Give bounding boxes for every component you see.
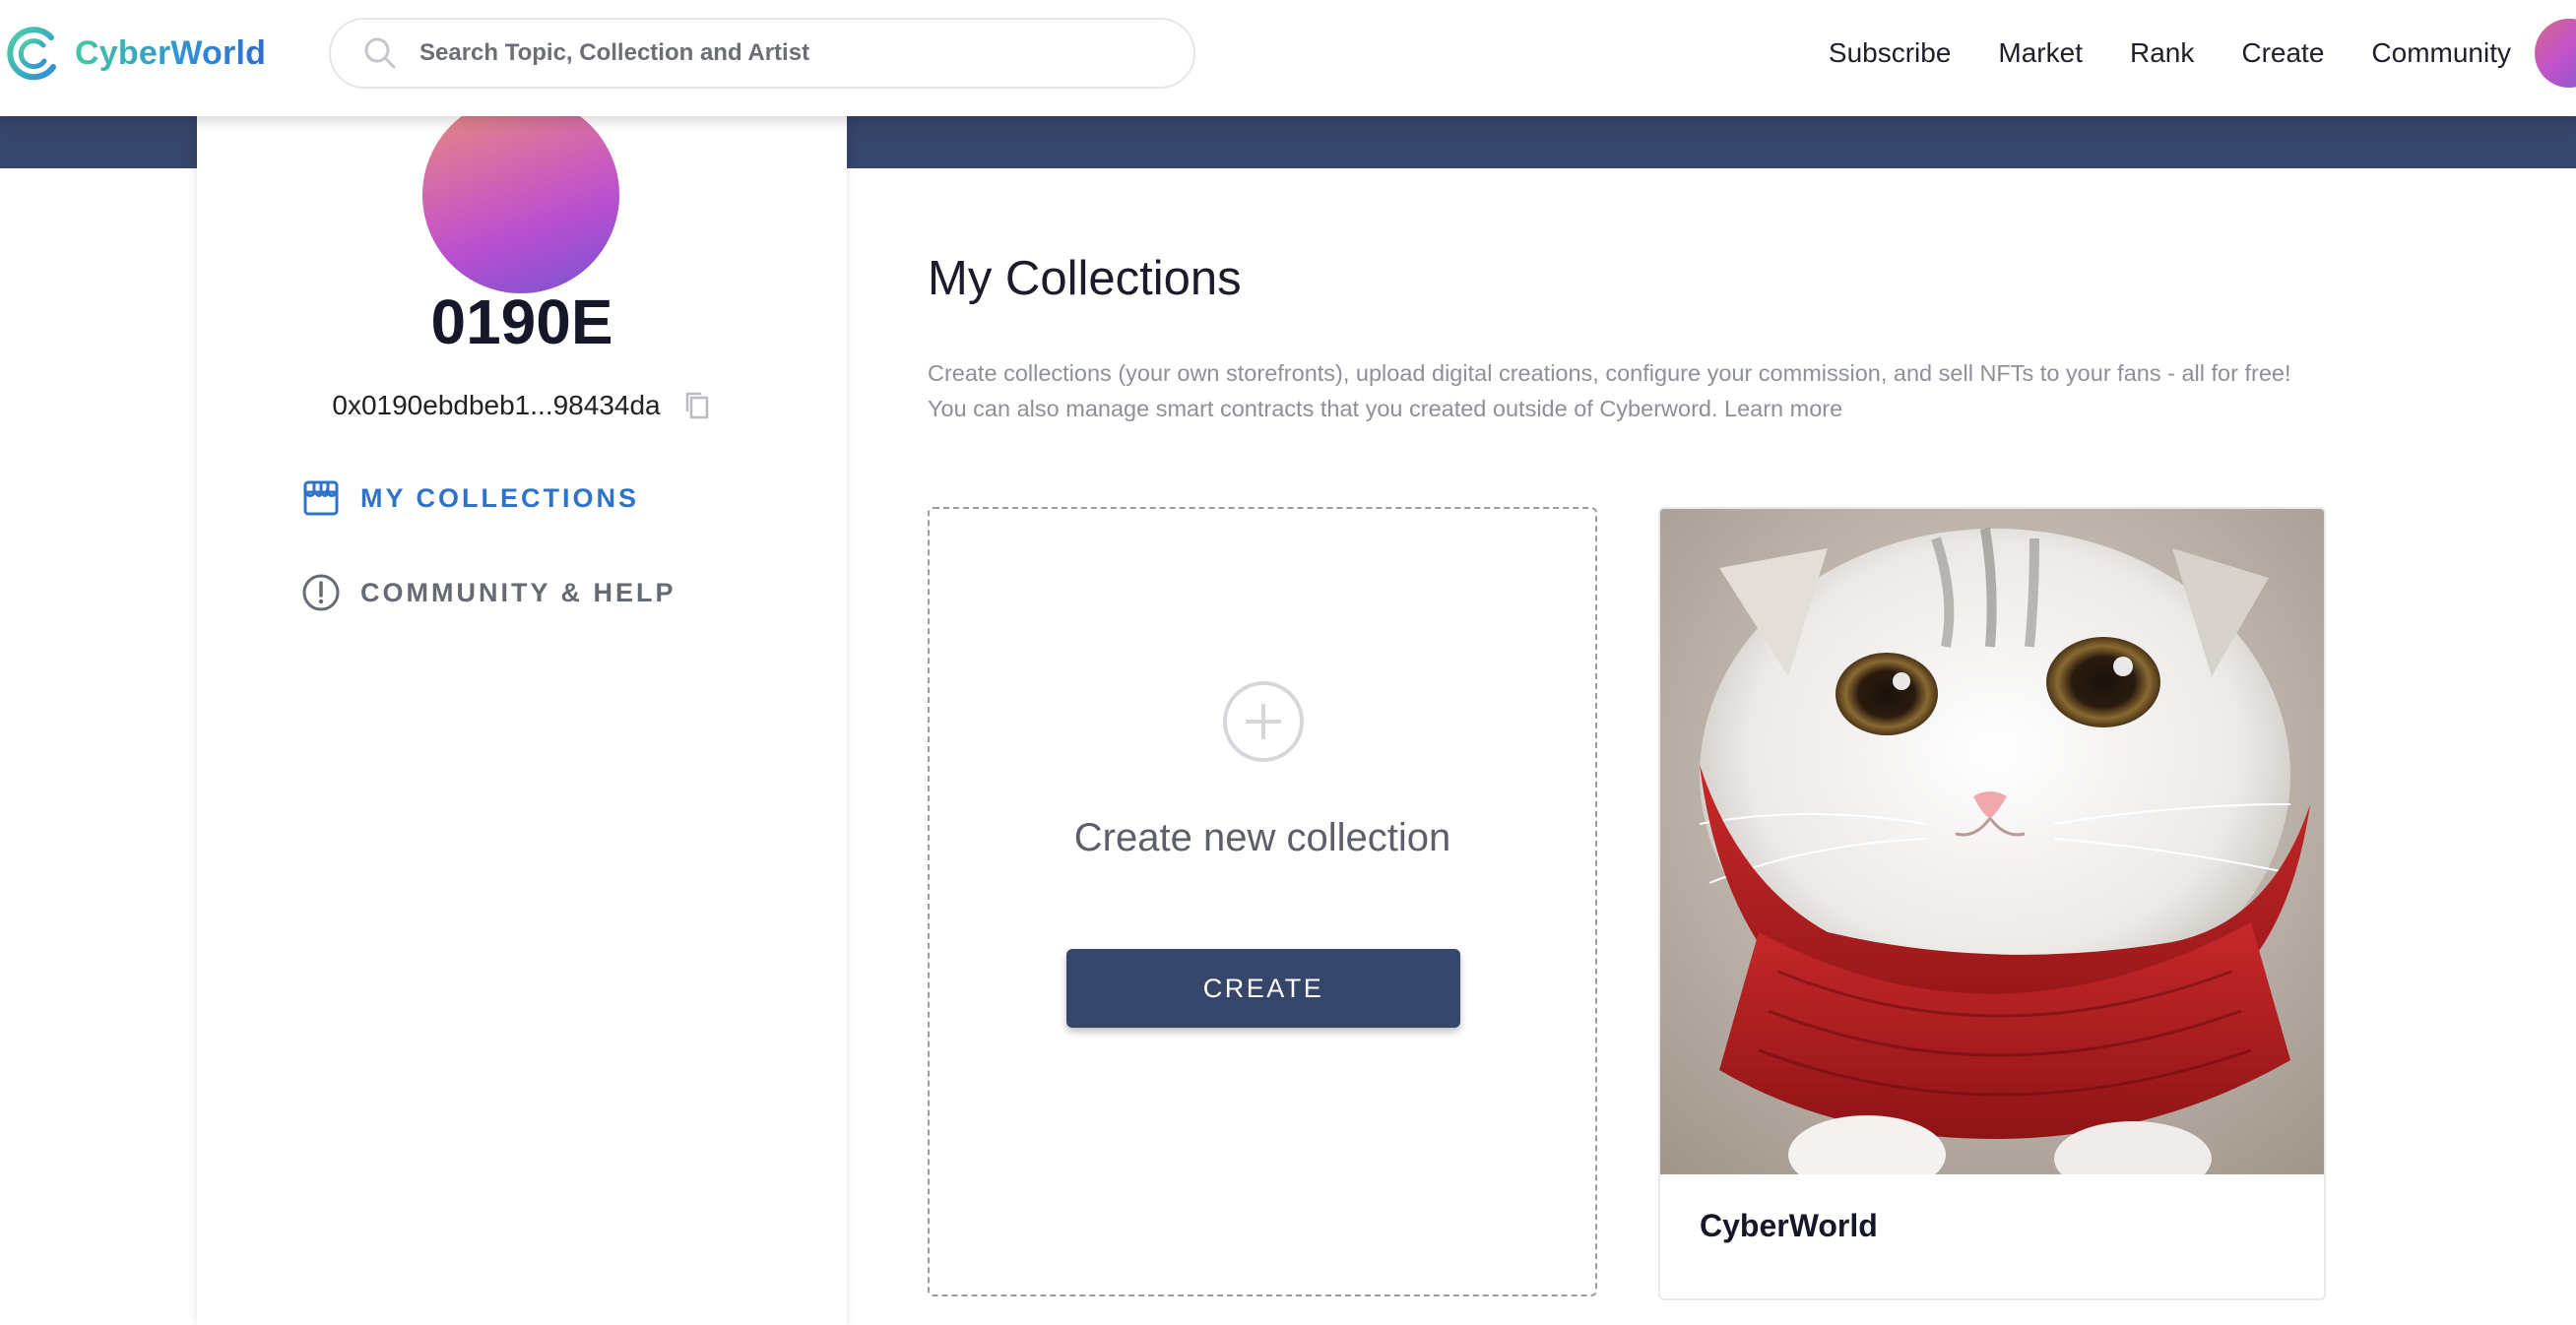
create-collection-card[interactable]: Create new collection CREATE <box>928 507 1597 1296</box>
collection-image-kitten <box>1660 509 2324 1174</box>
profile-name: 0190E <box>430 286 613 357</box>
sidebar-item-label: COMMUNITY & HELP <box>360 577 676 607</box>
nav-create[interactable]: Create <box>2241 37 2324 69</box>
nav-community[interactable]: Community <box>2371 37 2511 69</box>
cyberworld-logo-icon <box>7 27 56 81</box>
search-icon <box>364 37 396 69</box>
collection-card[interactable]: CyberWorld <box>1658 507 2326 1300</box>
plus-circle-icon <box>1223 681 1304 762</box>
sidebar-item-my-collections[interactable]: MY COLLECTIONS <box>301 471 676 526</box>
storefront-icon <box>303 480 339 516</box>
nav-market[interactable]: Market <box>1998 37 2083 69</box>
wallet-address: 0x0190ebdbeb1...98434da <box>332 390 661 420</box>
alert-circle-icon <box>302 574 340 611</box>
user-avatar[interactable] <box>2535 19 2576 88</box>
brand-name: CyberWorld <box>75 33 267 72</box>
top-header: CyberWorld Subscribe Market Rank Create … <box>0 0 2576 116</box>
main-nav: Subscribe Market Rank Create Community <box>1829 0 2576 106</box>
description-line: Create collections (your own storefronts… <box>928 360 2291 386</box>
create-button[interactable]: CREATE <box>1066 949 1460 1028</box>
description-line: You can also manage smart contracts that… <box>928 396 1843 421</box>
collection-name: CyberWorld <box>1700 1208 1878 1243</box>
page-description: Create collections (your own storefronts… <box>928 355 2365 426</box>
side-menu: MY COLLECTIONS COMMUNITY & HELP <box>301 471 676 660</box>
wallet-row: 0x0190ebdbeb1...98434da <box>197 390 847 421</box>
nav-subscribe[interactable]: Subscribe <box>1829 37 1952 69</box>
sidebar-item-label: MY COLLECTIONS <box>360 482 640 513</box>
page-title: My Collections <box>928 252 1242 305</box>
profile-avatar <box>422 96 619 293</box>
search-bar[interactable] <box>329 18 1195 89</box>
create-collection-text: Create new collection <box>1073 816 1451 859</box>
nav-rank[interactable]: Rank <box>2130 37 2194 69</box>
search-input[interactable] <box>418 38 1166 68</box>
copy-icon[interactable] <box>682 390 712 421</box>
sidebar-item-community-help[interactable]: COMMUNITY & HELP <box>301 565 676 620</box>
profile-panel: 0190E 0x0190ebdbeb1...98434da MY COLLECT… <box>197 96 847 1325</box>
logo[interactable]: CyberWorld <box>4 22 266 85</box>
